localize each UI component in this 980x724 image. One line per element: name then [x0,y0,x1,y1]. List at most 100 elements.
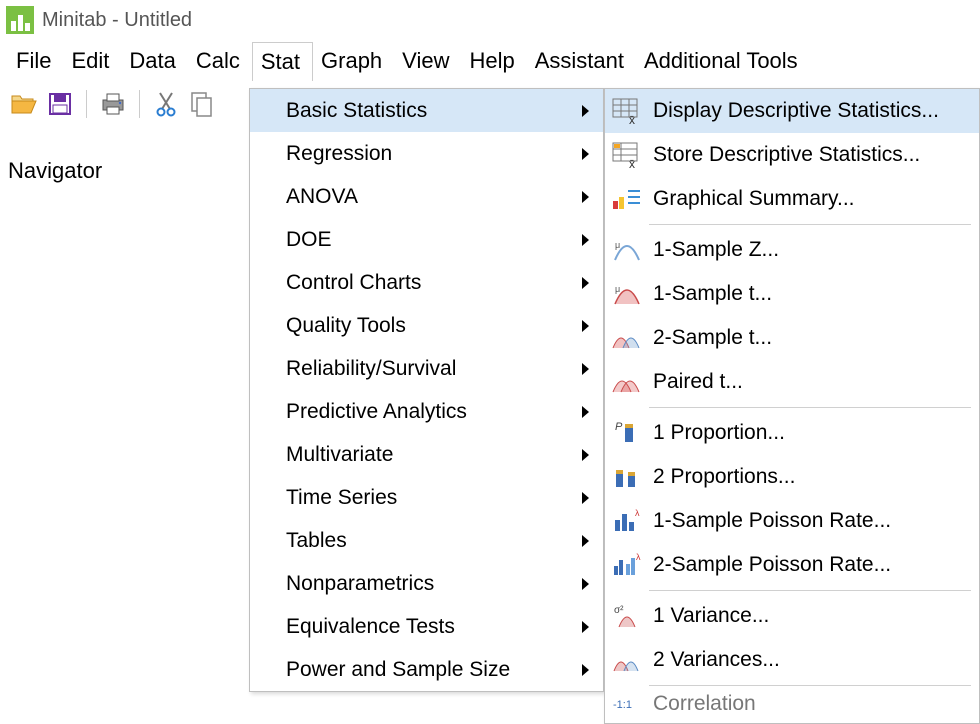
table-xbar-icon: x̄ [611,97,643,125]
stat-control-charts[interactable]: Control Charts [250,261,603,304]
poisson-one-icon: λ [611,507,643,535]
open-icon[interactable] [10,90,38,118]
one-variance-icon: σ² [611,602,643,630]
menu-label: Predictive Analytics [286,400,467,424]
submenu-arrow-icon [582,234,589,246]
toolbar-separator [86,90,87,118]
two-distribution-icon [611,324,643,352]
graphical-summary-icon [611,185,643,213]
submenu-arrow-icon [582,406,589,418]
menu-label: Correlation [653,692,756,716]
correlation[interactable]: -1:1 Correlation [605,689,979,719]
one-sample-poisson[interactable]: λ 1-Sample Poisson Rate... [605,499,979,543]
one-variance[interactable]: σ² 1 Variance... [605,594,979,638]
menu-label: Basic Statistics [286,99,427,123]
submenu-arrow-icon [582,492,589,504]
menu-label: 1-Sample Z... [653,238,779,262]
navigator-pane-label: Navigator [8,158,102,184]
svg-text:λ: λ [635,508,640,518]
menu-calc[interactable]: Calc [188,42,252,80]
copy-icon[interactable] [188,90,216,118]
stat-quality-tools[interactable]: Quality Tools [250,304,603,347]
title-bar: Minitab - Untitled [0,0,980,40]
menu-label: DOE [286,228,332,252]
stat-multivariate[interactable]: Multivariate [250,433,603,476]
menu-label: Nonparametrics [286,572,434,596]
menu-help[interactable]: Help [461,42,526,80]
stat-reliability-survival[interactable]: Reliability/Survival [250,347,603,390]
stat-dropdown: Basic Statistics Regression ANOVA DOE Co… [249,88,604,692]
menu-label: Power and Sample Size [286,658,510,682]
two-proportions[interactable]: 2 Proportions... [605,455,979,499]
one-sample-t[interactable]: μ 1-Sample t... [605,272,979,316]
menu-bar: File Edit Data Calc Stat Graph View Help… [0,40,980,82]
svg-text:P: P [615,421,623,433]
stat-predictive-analytics[interactable]: Predictive Analytics [250,390,603,433]
one-sample-z[interactable]: μ 1-Sample Z... [605,228,979,272]
stat-equivalence-tests[interactable]: Equivalence Tests [250,605,603,648]
svg-text:x̄: x̄ [629,113,635,124]
svg-text:λ: λ [636,552,641,562]
toolbar-separator [139,90,140,118]
menu-label: Quality Tools [286,314,406,338]
graphical-summary[interactable]: Graphical Summary... [605,177,979,221]
stat-tables[interactable]: Tables [250,519,603,562]
menu-label: Paired t... [653,370,743,394]
menu-view[interactable]: View [394,42,461,80]
store-descriptive-statistics[interactable]: x̄ Store Descriptive Statistics... [605,133,979,177]
two-variances[interactable]: 2 Variances... [605,638,979,682]
stat-doe[interactable]: DOE [250,218,603,261]
menu-label: Display Descriptive Statistics... [653,99,939,123]
paired-t[interactable]: Paired t... [605,360,979,404]
submenu-separator [649,407,971,408]
stat-time-series[interactable]: Time Series [250,476,603,519]
menu-data[interactable]: Data [121,42,187,80]
menu-label: 2 Variances... [653,648,780,672]
svg-text:σ²: σ² [614,605,624,616]
correlation-icon: -1:1 [611,690,643,718]
menu-label: Store Descriptive Statistics... [653,143,920,167]
print-icon[interactable] [99,90,127,118]
menu-label: 1-Sample t... [653,282,772,306]
app-icon [6,6,34,34]
two-variances-icon [611,646,643,674]
window-title: Minitab - Untitled [42,9,192,32]
stat-nonparametrics[interactable]: Nonparametrics [250,562,603,605]
submenu-separator [649,224,971,225]
cut-icon[interactable] [152,90,180,118]
two-proportion-icon [611,463,643,491]
svg-text:x̄: x̄ [629,157,635,168]
one-proportion[interactable]: P 1 Proportion... [605,411,979,455]
menu-assistant[interactable]: Assistant [527,42,636,80]
two-sample-t[interactable]: 2-Sample t... [605,316,979,360]
one-proportion-icon: P [611,419,643,447]
menu-label: ANOVA [286,185,358,209]
paired-distribution-icon [611,368,643,396]
menu-label: Tables [286,529,347,553]
submenu-arrow-icon [582,449,589,461]
menu-stat[interactable]: Stat [252,42,313,81]
menu-edit[interactable]: Edit [63,42,121,80]
menu-file[interactable]: File [8,42,63,80]
display-descriptive-statistics[interactable]: x̄ Display Descriptive Statistics... [605,89,979,133]
menu-label: Graphical Summary... [653,187,855,211]
menu-label: Regression [286,142,392,166]
save-icon[interactable] [46,90,74,118]
menu-graph[interactable]: Graph [313,42,394,80]
table-store-icon: x̄ [611,141,643,169]
menu-additional[interactable]: Additional Tools [636,42,810,80]
stat-power-sample-size[interactable]: Power and Sample Size [250,648,603,691]
stat-basic-statistics[interactable]: Basic Statistics [250,89,603,132]
stat-regression[interactable]: Regression [250,132,603,175]
menu-label: 1 Variance... [653,604,769,628]
submenu-arrow-icon [582,148,589,160]
two-sample-poisson[interactable]: λ 2-Sample Poisson Rate... [605,543,979,587]
stat-anova[interactable]: ANOVA [250,175,603,218]
svg-text:-1:1: -1:1 [613,699,632,711]
svg-text:μ: μ [615,240,620,250]
submenu-arrow-icon [582,621,589,633]
submenu-arrow-icon [582,105,589,117]
distribution-t-icon: μ [611,280,643,308]
submenu-arrow-icon [582,277,589,289]
menu-label: 2 Proportions... [653,465,795,489]
